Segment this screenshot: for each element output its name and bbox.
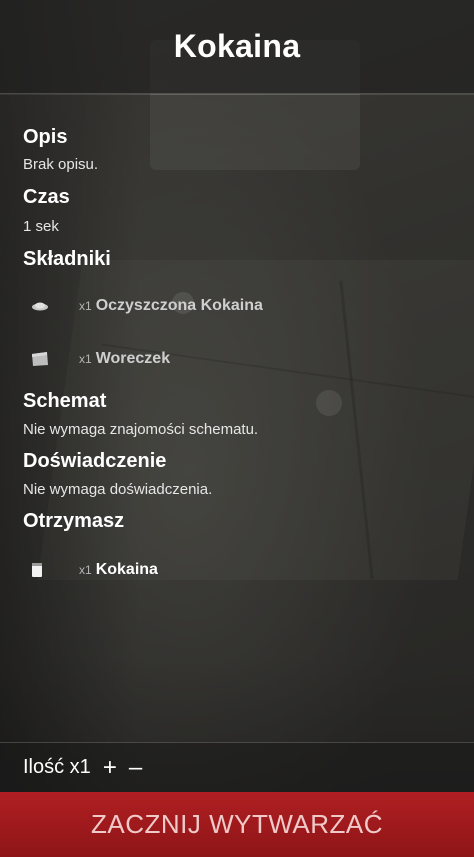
ingredient-qty: x1 [79, 298, 92, 313]
quantity-bar: Ilość x1 + – [0, 742, 474, 792]
output-item: x1 Kokaina [23, 543, 451, 596]
ingredient-name: Woreczek [95, 349, 171, 367]
decrease-quantity-button[interactable]: – [129, 755, 142, 779]
experience-heading: Doświadczenie [23, 450, 167, 472]
cocaine-bag-icon [23, 560, 79, 580]
schematic-text: Nie wymaga znajomości schematu. [23, 421, 259, 438]
output-name: Kokaina [95, 560, 158, 578]
output-qty: x1 [79, 562, 92, 577]
panel-header: Kokaina [0, 0, 474, 94]
ingredients-heading: Składniki [23, 248, 111, 270]
experience-text: Nie wymaga doświadczenia. [23, 481, 213, 498]
time-heading: Czas [23, 186, 70, 208]
ingredient-item: x1 Oczyszczona Kokaina [23, 279, 451, 332]
increase-quantity-button[interactable]: + [103, 755, 117, 779]
output-heading: Otrzymasz [23, 510, 125, 532]
start-crafting-button[interactable]: ZACZNIJ WYTWARZAĆ [0, 792, 474, 857]
time-text: 1 sek [23, 218, 59, 235]
quantity-label: Ilość x1 [23, 756, 91, 778]
recipe-title: Kokaina [173, 28, 301, 64]
recipe-details: Opis Brak opisu. Czas 1 sek Składniki x1… [0, 95, 474, 742]
description-text: Brak opisu. [23, 156, 99, 173]
crafting-panel: Kokaina Opis Brak opisu. Czas 1 sek Skła… [0, 0, 474, 857]
schematic-heading: Schemat [23, 390, 107, 412]
bag-icon [23, 349, 79, 369]
ingredient-item: x1 Woreczek [23, 332, 451, 385]
description-heading: Opis [23, 126, 68, 148]
ingredients-list: x1 Oczyszczona Kokaina x1 Woreczek [23, 279, 451, 385]
output-list: x1 Kokaina [23, 543, 451, 596]
ingredient-name: Oczyszczona Kokaina [95, 296, 263, 314]
ingredient-qty: x1 [79, 351, 92, 366]
powder-pile-icon [23, 296, 79, 316]
